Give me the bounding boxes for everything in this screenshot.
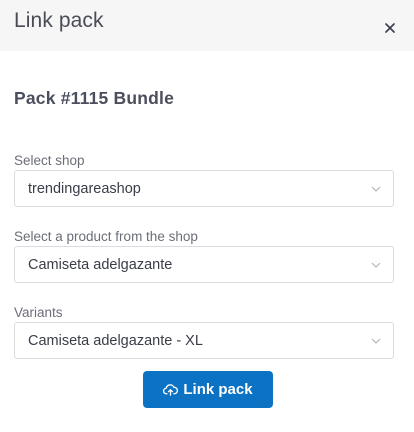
- chevron-down-icon: [371, 261, 383, 269]
- chevron-down-icon: [371, 337, 383, 345]
- close-button[interactable]: [380, 18, 400, 38]
- product-field-group: Select a product from the shop Camiseta …: [14, 229, 394, 283]
- cloud-upload-icon: [163, 384, 179, 396]
- shop-field-group: Select shop trendingareashop: [14, 153, 394, 207]
- modal-title: Link pack: [14, 8, 104, 32]
- variant-field-group: Variants Camiseta adelgazante - XL: [14, 305, 394, 359]
- shop-label: Select shop: [14, 153, 85, 168]
- variant-select[interactable]: Camiseta adelgazante - XL: [14, 322, 394, 359]
- product-label: Select a product from the shop: [14, 229, 198, 244]
- link-pack-button-label: Link pack: [183, 381, 253, 398]
- modal-actions: Link pack: [14, 371, 394, 408]
- variant-label: Variants: [14, 305, 63, 320]
- link-pack-button[interactable]: Link pack: [143, 371, 273, 408]
- link-pack-modal: Link pack Pack #1115 Bundle Select shop …: [0, 0, 414, 432]
- product-select-value: Camiseta adelgazante: [28, 256, 173, 273]
- shop-select-value: trendingareashop: [28, 180, 141, 197]
- modal-header: Link pack: [0, 0, 414, 51]
- product-select[interactable]: Camiseta adelgazante: [14, 246, 394, 283]
- shop-select[interactable]: trendingareashop: [14, 170, 394, 207]
- pack-title: Pack #1115 Bundle: [14, 88, 175, 108]
- close-icon: [385, 22, 395, 33]
- modal-body: Pack #1115 Bundle Select shop trendingar…: [0, 88, 414, 408]
- chevron-down-icon: [371, 185, 383, 193]
- variant-select-value: Camiseta adelgazante - XL: [28, 332, 203, 349]
